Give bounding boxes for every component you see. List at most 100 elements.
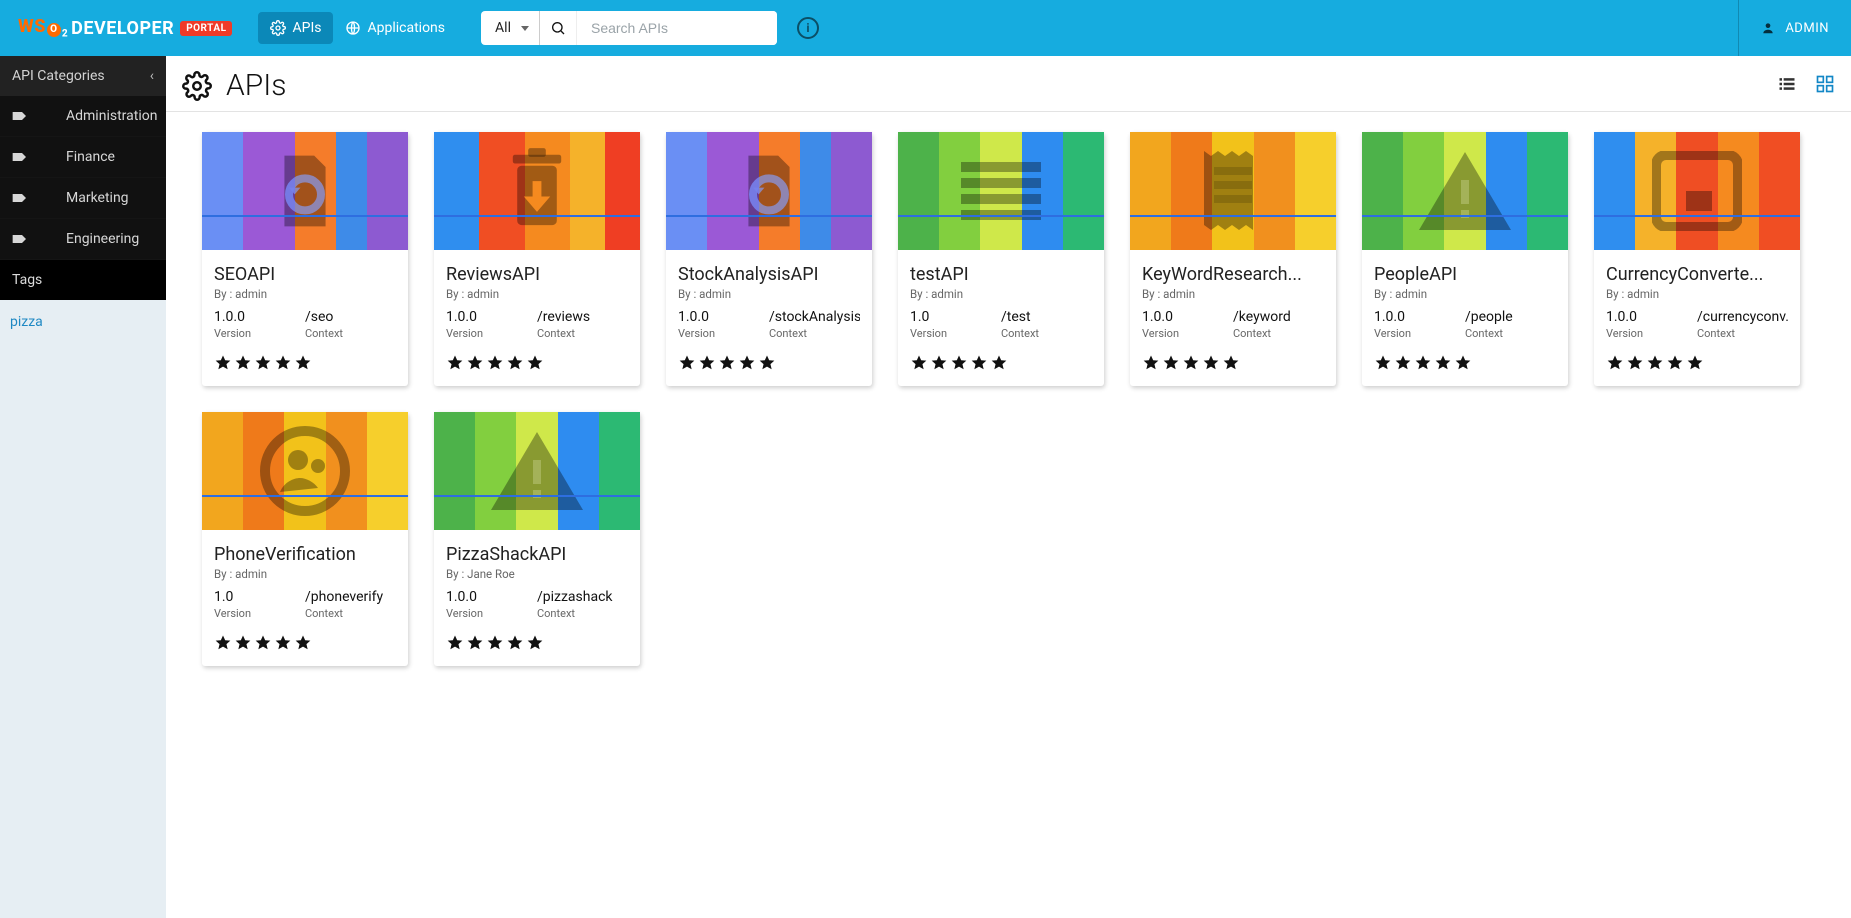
api-owner: By : admin xyxy=(1606,287,1788,301)
api-type-icon xyxy=(1130,132,1336,250)
grid-view-button[interactable] xyxy=(1815,74,1835,98)
api-version: 1.0 xyxy=(910,309,1001,325)
api-context: /currencyconv... xyxy=(1697,309,1788,325)
api-rating[interactable] xyxy=(1606,354,1788,372)
api-thumbnail xyxy=(202,132,408,250)
api-thumbnail xyxy=(434,412,640,530)
main: APIs SEOAPIBy : admin1.0.0Version/seoCon… xyxy=(166,56,1851,918)
tag-icon xyxy=(12,152,28,162)
api-thumbnail xyxy=(202,412,408,530)
api-card[interactable]: KeyWordResearch...By : admin1.0.0Version… xyxy=(1130,132,1336,386)
sidebar-category-label: Engineering xyxy=(66,231,139,247)
sidebar-category[interactable]: Engineering xyxy=(0,219,166,260)
sidebar-category-label: Finance xyxy=(66,149,115,165)
api-name: CurrencyConverte... xyxy=(1606,264,1788,285)
user-menu[interactable]: ADMIN xyxy=(1738,0,1851,56)
api-rating[interactable] xyxy=(1142,354,1324,372)
api-name: PeopleAPI xyxy=(1374,264,1556,285)
logo[interactable]: WSO2 DEVELOPER PORTAL xyxy=(0,16,250,40)
api-type-icon xyxy=(666,132,872,250)
api-thumbnail xyxy=(1130,132,1336,250)
api-name: testAPI xyxy=(910,264,1092,285)
api-thumbnail xyxy=(434,132,640,250)
api-owner: By : admin xyxy=(678,287,860,301)
info-button[interactable]: i xyxy=(797,17,819,39)
api-name: StockAnalysisAPI xyxy=(678,264,860,285)
api-rating[interactable] xyxy=(678,354,860,372)
sidebar-category-label: Marketing xyxy=(66,190,129,206)
api-card[interactable]: ReviewsAPIBy : admin1.0.0Version/reviews… xyxy=(434,132,640,386)
api-type-icon xyxy=(202,412,408,530)
api-rating[interactable] xyxy=(1374,354,1556,372)
gear-icon xyxy=(182,71,212,101)
api-name: ReviewsAPI xyxy=(446,264,628,285)
api-context: /people xyxy=(1465,309,1556,325)
api-version: 1.0.0 xyxy=(214,309,305,325)
api-type-icon xyxy=(434,132,640,250)
sidebar-category-label: Administration xyxy=(66,108,157,124)
api-rating[interactable] xyxy=(214,634,396,652)
api-owner: By : admin xyxy=(214,567,396,581)
search-bar: All xyxy=(481,11,777,45)
tag-icon xyxy=(12,193,28,203)
page-header: APIs xyxy=(166,56,1851,112)
chevron-left-icon: ‹ xyxy=(150,68,154,84)
sidebar-category[interactable]: Administration xyxy=(0,96,166,137)
globe-icon xyxy=(345,20,361,36)
api-card[interactable]: PizzaShackAPIBy : Jane Roe1.0.0Version/p… xyxy=(434,412,640,666)
api-context: /test xyxy=(1001,309,1092,325)
api-version: 1.0.0 xyxy=(678,309,769,325)
api-context: /keyword xyxy=(1233,309,1324,325)
nav-applications[interactable]: Applications xyxy=(333,12,457,44)
api-thumbnail xyxy=(666,132,872,250)
api-version: 1.0.0 xyxy=(1142,309,1233,325)
search-input[interactable] xyxy=(577,11,777,45)
api-owner: By : admin xyxy=(1142,287,1324,301)
api-type-icon xyxy=(434,412,640,530)
api-card[interactable]: SEOAPIBy : admin1.0.0Version/seoContext xyxy=(202,132,408,386)
chevron-down-icon xyxy=(521,26,529,31)
api-rating[interactable] xyxy=(446,634,628,652)
sidebar-category[interactable]: Marketing xyxy=(0,178,166,219)
list-view-button[interactable] xyxy=(1777,74,1797,98)
search-icon xyxy=(540,11,577,45)
api-version: 1.0 xyxy=(214,589,305,605)
api-name: PhoneVerification xyxy=(214,544,396,565)
page-title: APIs xyxy=(226,68,286,103)
sidebar: API Categories ‹ Administration Finance Ma… xyxy=(0,56,166,918)
api-name: KeyWordResearch... xyxy=(1142,264,1324,285)
sidebar-category[interactable]: Finance xyxy=(0,137,166,178)
api-type-icon xyxy=(898,132,1104,250)
sidebar-categories-header[interactable]: API Categories ‹ xyxy=(0,56,166,96)
api-name: PizzaShackAPI xyxy=(446,544,628,565)
api-thumbnail xyxy=(1362,132,1568,250)
tag-icon xyxy=(12,234,28,244)
api-rating[interactable] xyxy=(214,354,396,372)
api-owner: By : admin xyxy=(214,287,396,301)
api-context: /stockAnalysis xyxy=(769,309,860,325)
tag-icon xyxy=(12,111,28,121)
api-context: /phoneverify xyxy=(305,589,396,605)
search-scope-select[interactable]: All xyxy=(481,11,540,45)
api-type-icon xyxy=(202,132,408,250)
api-card[interactable]: testAPIBy : admin1.0Version/testContext xyxy=(898,132,1104,386)
api-rating[interactable] xyxy=(446,354,628,372)
api-card[interactable]: PeopleAPIBy : admin1.0.0Version/peopleCo… xyxy=(1362,132,1568,386)
api-version: 1.0.0 xyxy=(446,309,537,325)
nav-apis[interactable]: APIs xyxy=(258,12,333,44)
api-context: /seo xyxy=(305,309,396,325)
api-card[interactable]: PhoneVerificationBy : admin1.0Version/ph… xyxy=(202,412,408,666)
api-context: /pizzashack xyxy=(537,589,628,605)
api-version: 1.0.0 xyxy=(1374,309,1465,325)
grid-icon xyxy=(1815,74,1835,94)
api-rating[interactable] xyxy=(910,354,1092,372)
api-card[interactable]: CurrencyConverte...By : admin1.0.0Versio… xyxy=(1594,132,1800,386)
api-owner: By : admin xyxy=(446,287,628,301)
api-type-icon xyxy=(1362,132,1568,250)
api-card[interactable]: StockAnalysisAPIBy : admin1.0.0Version/s… xyxy=(666,132,872,386)
api-grid: SEOAPIBy : admin1.0.0Version/seoContextR… xyxy=(166,112,1851,706)
sidebar-tags-header: Tags xyxy=(0,260,166,300)
api-owner: By : admin xyxy=(910,287,1092,301)
sidebar-tag[interactable]: pizza xyxy=(0,300,166,344)
list-icon xyxy=(1777,74,1797,94)
